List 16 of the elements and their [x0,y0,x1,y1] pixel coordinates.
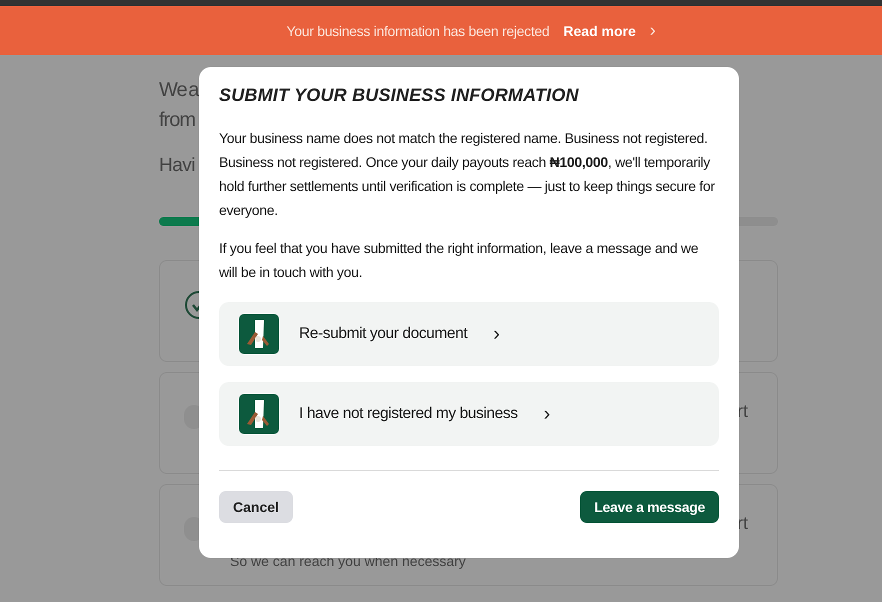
chevron-icon: › [544,402,550,426]
dialog-paragraph: Your business name does not match the registered name. Business not registered. Business not registered. Once your daily payouts reach ₦100,000, we'll temporarily hold further settlements until verification is complete — just to keep things secure for everyone. [219,129,716,220]
cancel-button[interactable]: Cancel [219,491,293,523]
chevron-icon: › [493,322,500,346]
chevron-icon: › [650,20,656,41]
intro-text: from [159,108,195,133]
leave-message-button[interactable]: Leave a message [580,491,719,523]
document-hands-icon [239,314,279,354]
banner-message: Your business information has been rejected [286,22,550,38]
intro-text: We a [159,78,198,103]
option-item[interactable]: I have not registered my business › [219,382,719,446]
dialog-title: SUBMIT YOUR BUSINESS INFORMATION [219,85,580,106]
document-hands-icon [239,394,279,434]
dialog-paragraph: If you feel that you have submitted the right information, leave a message and we will be in touch with you. [219,239,700,282]
subheading: Havi [159,155,196,177]
option-item[interactable]: Re-submit your document › [219,302,719,366]
